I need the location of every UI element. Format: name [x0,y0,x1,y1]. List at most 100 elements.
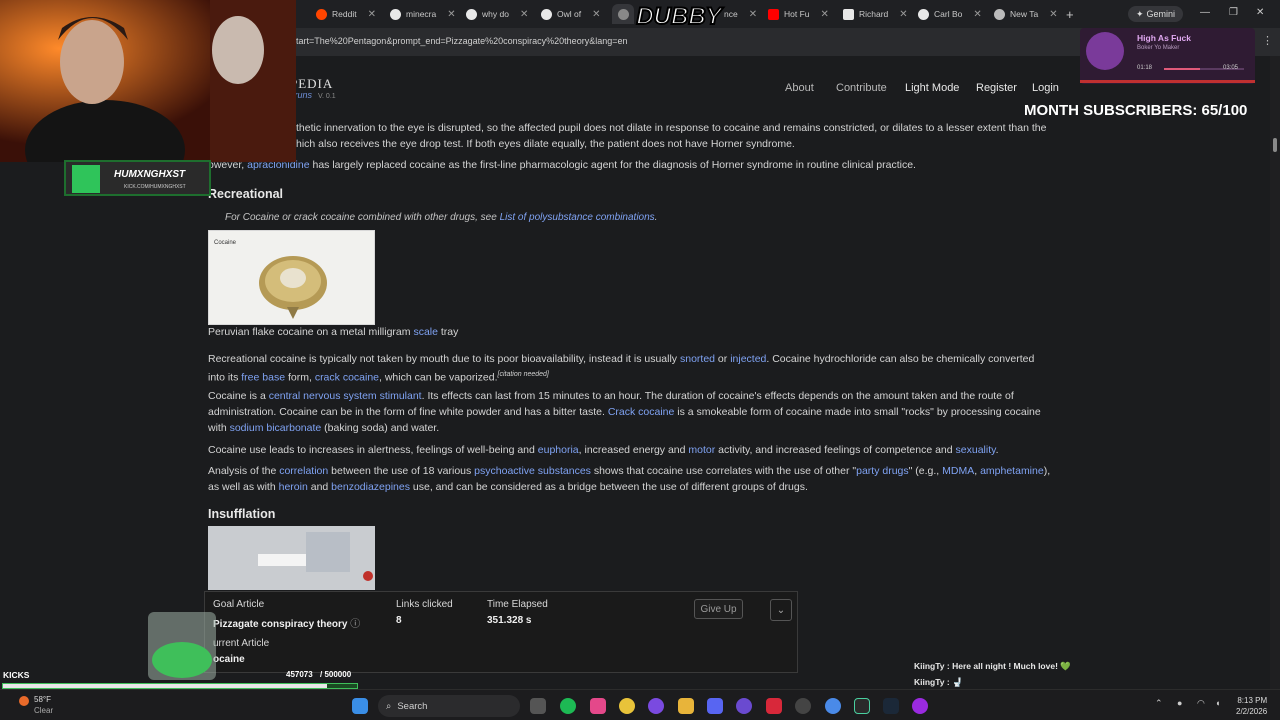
wifi-icon[interactable]: ◠ [1197,698,1205,709]
new-tab-button[interactable]: + [1066,4,1080,24]
link-correlation[interactable]: correlation [279,465,328,477]
maximize-icon[interactable]: ❐ [1229,7,1238,18]
goal-article-value: Pizzagate conspiracy theory ⓘ [213,619,361,630]
terminal-icon[interactable] [854,698,870,714]
microphone-icon[interactable]: ● [1177,698,1182,708]
minimize-icon[interactable]: — [1200,7,1210,18]
paragraph-apraclonidine: owever, apraclonidine has largely replac… [208,159,916,171]
link-benzodiazepines[interactable]: benzodiazepines [331,481,410,493]
youtube-icon [768,8,779,20]
close-tab-icon[interactable]: ✕ [899,9,907,20]
tab-richard[interactable]: Richard ✕ [843,4,911,24]
tab-active[interactable] [612,4,634,24]
link-polysubstance[interactable]: List of polysubstance combinations [500,212,655,223]
tab-new-tab[interactable]: New Ta ✕ [994,4,1058,24]
link-sexuality[interactable]: sexuality [956,444,996,456]
link-crack-cocaine-2[interactable]: Crack cocaine [608,406,675,418]
app-icon-violet[interactable] [736,698,752,714]
close-tab-icon[interactable]: ✕ [368,9,376,20]
url-text[interactable]: tart=The%20Pentagon&prompt_end=Pizzagate… [296,36,627,46]
link-injected[interactable]: injected [730,353,766,365]
paragraph-horner-1: thetic innervation to the eye is disrupt… [296,122,1047,134]
site-logo-subtitle: truns V. 0.1 [292,90,336,100]
close-tab-icon[interactable]: ✕ [821,9,829,20]
tab-owl[interactable]: Owl of ✕ [541,4,605,24]
app-icon-purple[interactable] [648,698,664,714]
insufflation-image[interactable] [208,526,375,590]
chevron-down-icon[interactable]: ⌄ [770,599,792,621]
app-icon-magenta[interactable] [912,698,928,714]
tab-hot-fu[interactable]: Hot Fu ✕ [768,4,830,24]
nav-about[interactable]: About [785,82,814,94]
streamer-tag: HUMXNGHXST KICK.COM/HUMXNGHXST [64,160,211,196]
windows-start-icon[interactable] [352,698,368,714]
google-icon [466,8,477,20]
obs-icon[interactable] [795,698,811,714]
close-tab-icon[interactable]: ✕ [1049,9,1057,20]
link-free-base[interactable]: free base [241,372,285,384]
chat-message: KiingTy : Here all night ! Much love! 💚 [914,661,1071,671]
streamer-name-overlay: DUBBY [635,2,722,31]
close-tab-icon[interactable]: ✕ [447,9,455,20]
search-icon: ⌕ [386,700,392,712]
link-motor[interactable]: motor [688,444,715,456]
close-tab-icon[interactable]: ✕ [520,9,528,20]
time-elapsed-value: 351.328 s [487,615,532,626]
kicks-goal-overlay: KICKS 457073 / 500000 [0,667,360,689]
tab-minecraft[interactable]: minecra ✕ [390,4,460,24]
spotify-icon[interactable] [560,698,576,714]
kick-logo-icon [72,165,100,193]
nav-contribute[interactable]: Contribute [836,82,887,94]
task-view-icon[interactable] [530,698,546,714]
tab-carl-bo[interactable]: Carl Bo ✕ [918,4,986,24]
nav-register[interactable]: Register [976,82,1017,94]
nav-light-mode[interactable]: Light Mode [905,82,959,94]
volume-icon[interactable]: ◖ [1215,698,1220,708]
close-window-icon[interactable]: ✕ [1256,7,1264,18]
file-explorer-icon[interactable] [678,698,694,714]
close-tab-icon[interactable]: ✕ [592,9,600,20]
links-clicked-value: 8 [396,615,402,626]
page-scrollbar[interactable] [1270,56,1280,689]
info-icon[interactable]: ⓘ [350,619,360,630]
app-icon-red[interactable] [766,698,782,714]
music-app-icon[interactable] [590,698,606,714]
tab-reddit[interactable]: Reddit ✕ [316,4,380,24]
link-mdma[interactable]: MDMA [942,465,974,477]
windows-taskbar: 58°F Clear ⌕ Search ⌃ ● ◠ ◖ 8:13 PM 2/2/20… [0,689,1280,720]
link-heroin[interactable]: heroin [279,481,308,493]
taskbar-search[interactable]: ⌕ Search [378,695,520,717]
nav-login[interactable]: Login [1032,82,1059,94]
system-clock[interactable]: 8:13 PM 2/2/2026 [1236,695,1267,717]
tray-chevron-icon[interactable]: ⌃ [1155,698,1163,709]
scrollbar-thumb[interactable] [1273,138,1277,152]
now-playing-overlay: High As Fuck Boker Yo Maker 01:18 03:05 [1080,28,1255,84]
link-psychoactive-substances[interactable]: psychoactive substances [474,465,591,477]
link-party-drugs[interactable]: party drugs [856,465,909,477]
wikipedia-icon [843,8,854,20]
cocaine-image[interactable]: Cocaine [208,230,375,325]
steam-icon[interactable] [883,698,899,714]
link-scale[interactable]: scale [413,326,438,338]
section-heading-recreational: Recreational [208,187,284,201]
discord-icon[interactable] [707,698,723,714]
section-heading-insufflation: Insufflation [208,507,276,521]
chrome-icon[interactable] [619,698,635,714]
song-bar [1080,80,1255,83]
link-crack-cocaine[interactable]: crack cocaine [315,372,379,384]
link-cns-stimulant[interactable]: central nervous system stimulant [269,390,422,402]
link-amphetamine[interactable]: amphetamine [980,465,1044,477]
tab-partial[interactable]: nce ✕ [724,4,760,24]
link-sodium-bicarbonate[interactable]: sodium bicarbonate [230,422,322,434]
close-tab-icon[interactable]: ✕ [973,9,981,20]
give-up-button[interactable]: Give Up [694,599,743,619]
menu-icon[interactable]: ⋮ [1262,34,1273,47]
close-tab-icon[interactable]: ✕ [749,9,757,20]
gemini-button[interactable]: ✦ Gemini [1128,6,1184,22]
link-euphoria[interactable]: euphoria [538,444,579,456]
tab-why-do[interactable]: why do ✕ [466,4,536,24]
citation-needed[interactable]: [citation needed] [498,371,549,378]
link-snorted[interactable]: snorted [680,353,715,365]
chrome-icon-2[interactable] [825,698,841,714]
album-art [1086,32,1124,70]
